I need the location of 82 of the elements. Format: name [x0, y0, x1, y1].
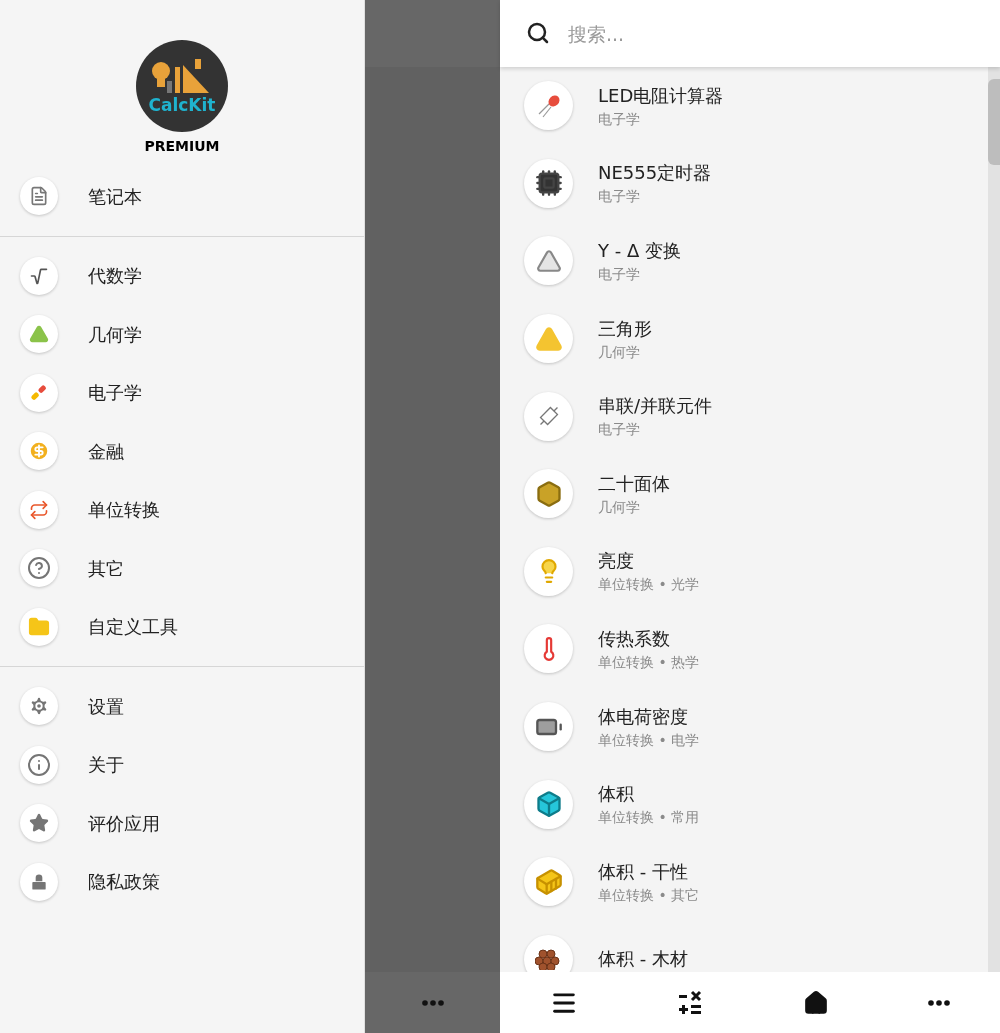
tool-category: 几何学 — [598, 342, 641, 362]
search-icon[interactable] — [526, 21, 550, 45]
folder-icon — [28, 615, 50, 638]
tool-list-item[interactable]: NE555定时器 电子学 — [500, 144, 988, 223]
tool-category: 电子学 — [598, 420, 641, 440]
tool-list-item[interactable]: 二十面体 几何学 — [500, 454, 988, 533]
tool-list-item[interactable]: 体积 - 干性 单位转换 • 其它 — [500, 842, 988, 921]
drawer-item-label: 评价应用 — [88, 811, 160, 836]
tool-title: NE555定时器 — [598, 161, 712, 186]
tool-title: 体电荷密度 — [598, 704, 689, 729]
info-icon — [27, 752, 51, 777]
drawer-item[interactable]: 评价应用 — [0, 794, 364, 853]
container-icon — [534, 867, 563, 896]
drawer-item[interactable]: 设置 — [0, 677, 364, 736]
tool-category: 单位转换 • 光学 — [598, 575, 700, 595]
calculator-ops-icon[interactable] — [677, 989, 704, 1016]
tool-list-item[interactable]: 三角形 几何学 — [500, 299, 988, 378]
repeat-icon — [29, 499, 49, 520]
drawer-item-label: 关于 — [88, 753, 124, 778]
search-field[interactable]: 搜索... — [500, 0, 1000, 67]
coin-icon — [28, 440, 50, 463]
tool-title: 串联/并联元件 — [598, 394, 713, 419]
triangle-icon — [535, 248, 562, 274]
drawer-item-label: 几何学 — [88, 322, 142, 347]
drawer-item[interactable]: 自定义工具 — [0, 597, 364, 656]
hexagon-icon — [534, 479, 563, 508]
drawer-item-label: 电子学 — [88, 381, 142, 406]
tool-title: Y - Δ 变换 — [598, 239, 681, 263]
drawer-item[interactable]: 电子学 — [0, 363, 364, 422]
tool-category: 单位转换 • 热学 — [598, 652, 700, 672]
drawer-item-label: 自定义工具 — [88, 615, 178, 640]
tool-title: 亮度 — [598, 549, 635, 574]
cube-icon — [534, 790, 563, 819]
tool-list-item[interactable]: 体电荷密度 单位转换 • 电学 — [500, 687, 988, 766]
logs-icon — [534, 948, 563, 971]
triangle-icon — [534, 324, 563, 353]
tool-title: 体积 - 干性 — [598, 859, 689, 884]
tool-list-item[interactable]: Y - Δ 变换 电子学 — [500, 222, 988, 300]
tool-category: 电子学 — [598, 109, 641, 129]
tool-category: 电子学 — [598, 187, 641, 207]
drawer-item[interactable]: 关于 — [0, 735, 364, 794]
tool-title: 三角形 — [598, 316, 652, 341]
tool-category: 单位转换 • 电学 — [598, 730, 700, 750]
tool-category: 单位转换 • 其它 — [598, 885, 700, 905]
tool-category: 几何学 — [598, 497, 641, 517]
drawer-item-label: 笔记本 — [88, 184, 142, 209]
logo-text: CalcKit — [148, 96, 216, 114]
drawer-item-label: 其它 — [88, 556, 124, 581]
more-icon — [421, 999, 444, 1006]
tool-list-item[interactable]: 亮度 单位转换 • 光学 — [500, 532, 988, 611]
settings-icon — [28, 695, 50, 718]
tool-title: 传热系数 — [598, 626, 671, 651]
tool-title: 体积 — [598, 782, 635, 807]
drawer-item[interactable]: 几何学 — [0, 305, 364, 364]
tool-list-item[interactable]: 传热系数 单位转换 • 热学 — [500, 610, 988, 688]
drawer-item[interactable]: 金融 — [0, 422, 364, 481]
drawer-item[interactable]: 其它 — [0, 539, 364, 598]
drawer-item-label: 单位转换 — [88, 498, 160, 523]
triangle-icon — [29, 324, 49, 345]
drawer-item[interactable]: 代数学 — [0, 246, 364, 305]
star-icon — [29, 813, 49, 834]
document-icon — [29, 186, 49, 207]
premium-label: PREMIUM — [144, 137, 220, 156]
more-icon[interactable] — [928, 999, 951, 1006]
tool-title: 体积 - 木材 — [598, 947, 688, 972]
drawer-item-label: 代数学 — [88, 264, 142, 289]
tool-title: LED电阻计算器 — [598, 83, 724, 108]
home-icon[interactable] — [802, 989, 829, 1016]
help-icon — [27, 556, 51, 581]
tool-list-item[interactable]: 体积 单位转换 • 常用 — [500, 765, 988, 843]
drawer-item-label: 隐私政策 — [88, 870, 160, 895]
drawer-item-label: 金融 — [88, 439, 124, 464]
tool-title: 二十面体 — [598, 471, 670, 496]
drawer-item-label: 设置 — [88, 694, 124, 719]
tool-list-item[interactable]: LED电阻计算器 电子学 — [500, 67, 988, 145]
scrollbar-thumb[interactable] — [988, 79, 1000, 165]
tool-category: 电子学 — [598, 265, 641, 284]
drawer-item[interactable]: 隐私政策 — [0, 852, 364, 911]
drawer-item[interactable]: 笔记本 — [0, 167, 364, 226]
drawer-item[interactable]: 单位转换 — [0, 480, 364, 539]
tool-category: 单位转换 • 常用 — [598, 808, 700, 828]
tool-list-item[interactable]: 串联/并联元件 电子学 — [500, 377, 988, 455]
